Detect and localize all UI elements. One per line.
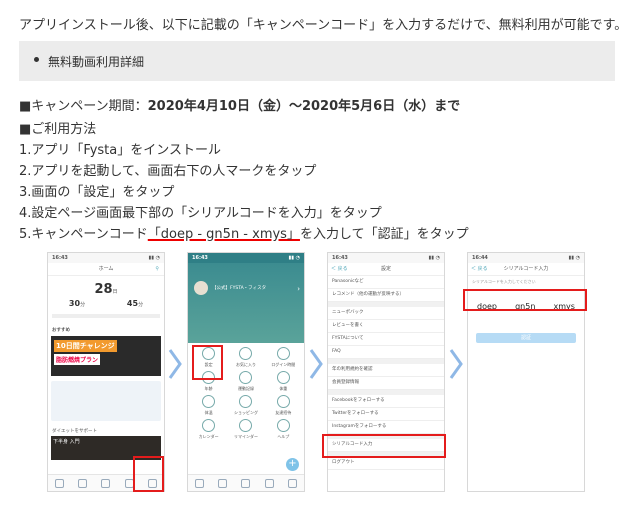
step-5-prefix: 5.キャンペーンコード — [19, 227, 148, 242]
challenge-banner[interactable]: 10日間チャレンジ 脂肪燃焼プラン — [51, 336, 161, 376]
intro-text: アプリインストール後、以下に記載の「キャンペーンコード」を入力するだけで、無料利… — [19, 18, 628, 33]
logout-row[interactable]: ログアウト — [328, 457, 444, 470]
bullet-icon — [34, 57, 39, 62]
back-button[interactable]: ＜ 戻る — [471, 263, 488, 275]
plan-list[interactable] — [51, 381, 161, 421]
highlight-person-tab — [133, 456, 164, 492]
chevron-right-icon — [309, 349, 323, 379]
step-2: 2.アプリを起動して、画面右下の人マークをタップ — [19, 164, 317, 179]
login-menu[interactable]: ログイン時間 — [265, 347, 302, 368]
highlight-settings — [192, 345, 223, 380]
step-1: 1.アプリ「Fysta」をインストール — [19, 143, 221, 158]
plan-tab-icon[interactable] — [241, 478, 251, 488]
settings-row[interactable]: レビューを書く — [328, 320, 444, 333]
workout-tab-icon[interactable] — [218, 478, 228, 488]
avatar[interactable] — [194, 281, 208, 295]
favorites-menu[interactable]: お気に入り — [227, 347, 264, 368]
period-value: 2020年4月10日（金）～2020年5月6日（水）まで — [147, 99, 461, 114]
status-bar: 16:43 ▮▮ ◔ — [188, 253, 304, 263]
list-heading: ダイエットをサポート — [52, 429, 97, 434]
stats-row: 30分 45分 — [68, 299, 144, 308]
serial-header: ＜ 戻る シリアルコード入力 — [468, 263, 584, 276]
settings-row[interactable]: Twitterをフォローする — [328, 408, 444, 421]
profile-chevron-icon[interactable]: › — [297, 285, 300, 293]
weight-menu[interactable]: 体重 — [265, 371, 302, 392]
section-label: おすすめ — [52, 328, 70, 333]
detail-link[interactable]: 無料動画利用詳細 — [48, 53, 144, 70]
highlight-code-input — [463, 289, 587, 311]
settings-row[interactable]: ニューポバック — [328, 307, 444, 320]
settings-row[interactable]: FAQ — [328, 346, 444, 359]
plan-tab-icon[interactable] — [101, 478, 111, 488]
screenshot-serial-input: 16:44 ▮▮ ◔ ＜ 戻る シリアルコード入力 シリアルコードを入力してください… — [467, 252, 585, 492]
settings-row[interactable]: レコメンド（他の運動が反映する） — [328, 289, 444, 302]
day-counter: 28日 — [94, 282, 118, 297]
step-5: 5.キャンペーンコード「doep - gn5n - xmys」を入力して「認証」… — [19, 223, 469, 242]
profile-header: 【公式】FYSTA・フィスタ › — [188, 263, 304, 343]
settings-row[interactable]: Facebookをフォローする — [328, 395, 444, 408]
help-menu[interactable]: ヘルプ — [265, 419, 302, 440]
status-bar: 16:43 ▮▮ ◔ — [328, 253, 444, 263]
calendar-menu[interactable]: カレンダー — [190, 419, 227, 440]
status-bar: 16:44 ▮▮ ◔ — [468, 253, 584, 263]
settings-header: ＜ 戻る 設定 — [328, 263, 444, 276]
highlight-serial-code — [322, 434, 446, 458]
serial-hint: シリアルコードを入力してください — [472, 279, 536, 284]
period-label: ■キャンペーン期間： — [19, 99, 148, 114]
settings-row[interactable]: Instagramをフォローする — [328, 421, 444, 434]
home-tab-icon[interactable] — [55, 478, 65, 488]
chevron-right-icon — [449, 349, 463, 379]
home-header: ホーム ⚲ — [48, 263, 164, 276]
step-3: 3.画面の「設定」をタップ — [19, 185, 175, 200]
invite-menu[interactable]: 友達招待 — [265, 395, 302, 416]
settings-row[interactable]: Panasonicなど — [328, 276, 444, 289]
temperature-menu[interactable]: 体温 — [190, 395, 227, 416]
step-4: 4.設定ページ画面最下部の「シリアルコードを入力」をタップ — [19, 206, 382, 221]
chevron-right-icon — [168, 349, 182, 379]
verify-button[interactable]: 認証 — [476, 333, 576, 343]
reminder-menu[interactable]: リマインダー — [227, 419, 264, 440]
usage-heading: ■ご利用方法 — [19, 122, 97, 137]
shopping-menu[interactable]: ショッピング — [227, 395, 264, 416]
settings-row[interactable]: 会員登録情報 — [328, 377, 444, 390]
workout-tab-icon[interactable] — [78, 478, 88, 488]
news-tab-icon[interactable] — [264, 478, 274, 488]
add-fab-button[interactable]: + — [286, 458, 299, 471]
detail-box: 無料動画利用詳細 — [19, 41, 615, 81]
campaign-code: 「doep - gn5n - xmys」 — [147, 227, 300, 242]
exercise-menu[interactable]: 運動記録 — [227, 371, 264, 392]
settings-row[interactable]: FYSTAについて — [328, 333, 444, 346]
home-tab-icon[interactable] — [195, 478, 205, 488]
search-icon: ⚲ — [155, 266, 159, 272]
status-bar: 16:43 ▮▮ ◔ — [48, 253, 164, 263]
tab-bar — [188, 474, 304, 491]
back-button[interactable]: ＜ 戻る — [331, 263, 348, 275]
campaign-period: ■キャンペーン期間：2020年4月10日（金）～2020年5月6日（水）まで — [19, 95, 460, 114]
profile-name: 【公式】FYSTA・フィスタ — [212, 286, 267, 291]
settings-row[interactable]: 年の利用規約を確認 — [328, 364, 444, 377]
person-icon[interactable] — [287, 478, 297, 488]
step-5-suffix: を入力して「認証」をタップ — [299, 227, 469, 242]
